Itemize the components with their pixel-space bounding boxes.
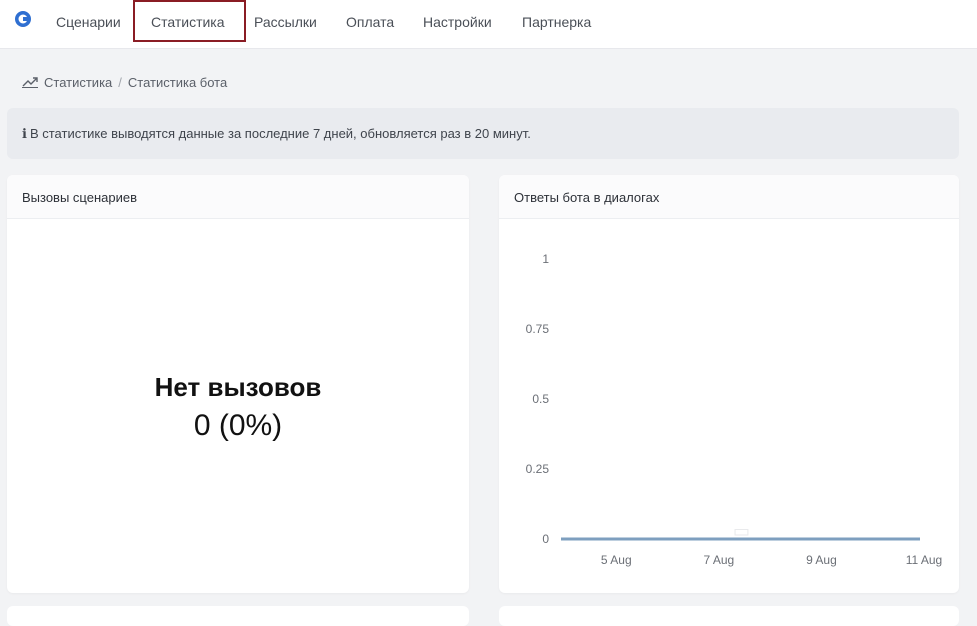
x-tick-label: 11 Aug xyxy=(906,553,942,567)
watermark: ▭ xyxy=(733,521,752,541)
nav-payment[interactable]: Оплата xyxy=(346,13,394,35)
y-tick-label: 1 xyxy=(542,252,549,266)
empty-state-value: 0 (0%) xyxy=(193,409,283,442)
breadcrumb-statistics[interactable]: Статистика xyxy=(44,75,112,90)
nav-partner[interactable]: Партнерка xyxy=(522,13,591,35)
y-tick-label: 0.25 xyxy=(526,462,550,476)
y-tick-label: 0 xyxy=(542,532,549,546)
breadcrumb-separator: / xyxy=(118,74,122,90)
active-tab-highlight xyxy=(133,0,246,42)
trending-up-icon xyxy=(22,77,38,88)
x-tick-label: 9 Aug xyxy=(806,553,837,567)
nav-settings[interactable]: Настройки xyxy=(423,13,492,35)
nav-mailings[interactable]: Рассылки xyxy=(254,13,317,35)
bot-replies-card: Ответы бота в диалогах 0 0.25 0.5 0.75 1 5 Au… xyxy=(499,175,959,593)
info-text: В статистике выводятся данные за последн… xyxy=(29,126,531,141)
breadcrumb: Статистика / Статистика бота xyxy=(22,73,227,91)
replies-line-chart: 0 0.25 0.5 0.75 1 5 Aug 7 Aug 9 Aug 11 Aug xyxy=(526,252,943,567)
empty-state-title: Нет вызовов xyxy=(154,372,322,402)
top-navbar: Сценарии Статистика Рассылки Оплата Наст… xyxy=(0,0,977,49)
next-card-stub xyxy=(499,606,959,626)
x-tick-label: 5 Aug xyxy=(601,553,632,567)
info-banner: ℹВ статистике выводятся данные за послед… xyxy=(7,108,959,159)
y-tick-label: 0.5 xyxy=(532,392,549,406)
x-tick-label: 7 Aug xyxy=(704,553,735,567)
next-card-stub xyxy=(7,606,469,626)
nav-scenarios[interactable]: Сценарии xyxy=(56,13,121,35)
y-tick-label: 0.75 xyxy=(526,322,550,336)
logo-icon[interactable] xyxy=(14,10,32,28)
info-icon: ℹ xyxy=(22,126,27,141)
card-header: Вызовы сценариев xyxy=(7,175,469,219)
breadcrumb-bot-statistics: Статистика бота xyxy=(127,74,228,90)
card-title: Вызовы сценариев xyxy=(22,190,137,205)
scenario-calls-card: Вызовы сценариев Нет вызовов 0 (0%) xyxy=(7,175,469,593)
